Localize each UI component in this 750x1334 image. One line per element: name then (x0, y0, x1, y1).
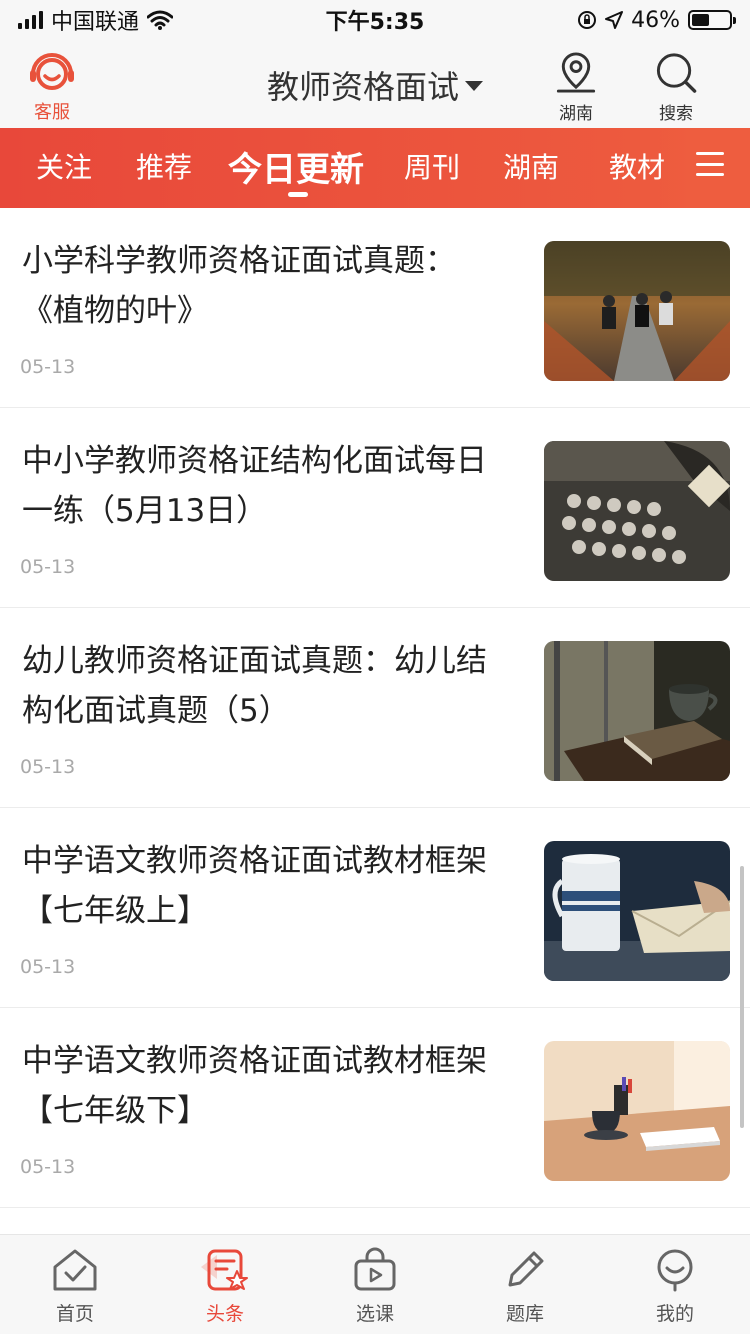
carrier-name: 中国联通 (51, 10, 140, 35)
page-title: 教师资格面试 (266, 68, 459, 106)
mug-notebook-photo (544, 841, 730, 981)
nav-courses-label: 选课 (355, 1303, 394, 1325)
location-arrow-icon (605, 11, 624, 29)
battery-level (692, 14, 709, 26)
article-item[interactable]: 中学语文教师资格证面试教材框架【七年级下】 05-13 (0, 1008, 750, 1208)
app-header: 客服 教师资格面试 湖南 搜索 (0, 40, 750, 128)
profile-icon (657, 1249, 693, 1292)
battery-percent: 46% (631, 7, 680, 33)
nav-home[interactable]: 首页 (25, 1247, 125, 1333)
tab-hunan[interactable]: 湖南 (503, 146, 559, 186)
article-thumbnail (544, 841, 730, 981)
skateboarders-photo (544, 241, 730, 381)
article-thumbnail (544, 1041, 730, 1181)
search-button[interactable]: 搜索 (641, 50, 711, 124)
article-date: 05-13 (20, 556, 76, 578)
status-left: 中国联通 (18, 4, 174, 36)
battery-icon (688, 10, 736, 30)
map-pin-icon (556, 52, 596, 93)
news-icon (201, 1249, 248, 1291)
coffee-book-photo (544, 641, 730, 781)
pencil-icon (508, 1251, 544, 1287)
article-feed: 小学科学教师资格证面试真题：《植物的叶》 05-13 中小学教师资格证结构化面试… (0, 208, 750, 1234)
article-date: 05-13 (20, 1156, 76, 1178)
bottom-nav: 首页 头条 选课 题库 我的 (0, 1234, 750, 1334)
exam-type-selector[interactable]: 教师资格面试 (0, 62, 750, 108)
active-tab-indicator (288, 192, 308, 197)
article-date: 05-13 (20, 356, 76, 378)
nav-profile[interactable]: 我的 (625, 1247, 725, 1333)
tab-today-update[interactable]: 今日更新 (228, 142, 364, 191)
rotation-lock-icon (578, 11, 597, 29)
nav-news-label: 头条 (205, 1303, 244, 1325)
status-bar: 中国联通 下午5:35 46% (0, 0, 750, 40)
tab-textbook[interactable]: 教材 (609, 146, 665, 186)
tab-weekly[interactable]: 周刊 (404, 146, 460, 186)
article-title: 幼儿教师资格证面试真题：幼儿结构化面试真题（5） (22, 643, 487, 729)
nav-question-bank[interactable]: 题库 (475, 1247, 575, 1333)
nav-question-bank-label: 题库 (505, 1303, 544, 1325)
article-title: 中学语文教师资格证面试教材框架【七年级上】 (22, 843, 487, 929)
home-icon (53, 1249, 97, 1291)
nav-profile-label: 我的 (655, 1303, 694, 1325)
article-title: 中小学教师资格证结构化面试每日一练（5月13日） (22, 443, 487, 529)
article-title: 中学语文教师资格证面试教材框架【七年级下】 (22, 1043, 487, 1129)
tab-follow[interactable]: 关注 (36, 146, 92, 186)
caret-down-icon (465, 81, 483, 91)
article-item[interactable]: 中小学教师资格证结构化面试每日一练（5月13日） 05-13 (0, 408, 750, 608)
nav-courses[interactable]: 选课 (325, 1247, 425, 1333)
search-icon (656, 53, 697, 93)
location-label: 湖南 (559, 104, 593, 124)
article-date: 05-13 (20, 956, 76, 978)
signal-icon (18, 11, 43, 29)
nav-home-label: 首页 (55, 1303, 94, 1325)
article-title: 小学科学教师资格证面试真题：《植物的叶》 (22, 243, 456, 329)
category-tabs: 关注 推荐 今日更新 周刊 湖南 教材 (0, 128, 750, 208)
status-right: 46% (577, 7, 736, 33)
desk-cup-photo (544, 1041, 730, 1181)
course-bag-icon (354, 1247, 396, 1291)
article-date: 05-13 (20, 756, 76, 778)
location-button[interactable]: 湖南 (541, 50, 611, 124)
article-item[interactable]: 幼儿教师资格证面试真题：幼儿结构化面试真题（5） 05-13 (0, 608, 750, 808)
article-item[interactable]: 中学语文教师资格证面试教材框架【七年级上】 05-13 (0, 808, 750, 1008)
article-thumbnail (544, 641, 730, 781)
tab-recommend[interactable]: 推荐 (136, 146, 192, 186)
nav-news[interactable]: 头条 (175, 1247, 275, 1333)
article-thumbnail (544, 441, 730, 581)
article-thumbnail (544, 241, 730, 381)
typewriter-photo (544, 441, 730, 581)
tabs-menu-button[interactable] (696, 152, 724, 176)
wifi-icon (147, 10, 174, 30)
search-label: 搜索 (659, 104, 693, 124)
scrollbar[interactable] (740, 866, 744, 1128)
article-item[interactable]: 小学科学教师资格证面试真题：《植物的叶》 05-13 (0, 208, 750, 408)
